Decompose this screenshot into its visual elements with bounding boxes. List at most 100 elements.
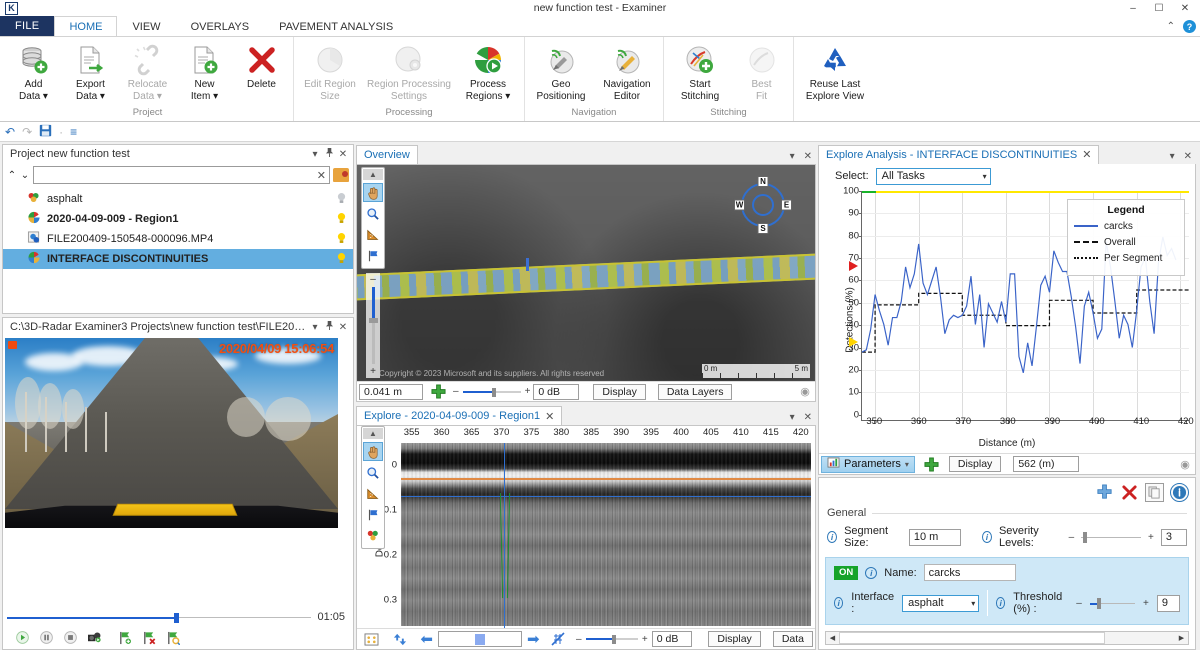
severity-decrease-icon[interactable]: – [1069, 532, 1075, 543]
radargram-viewport[interactable]: Distance ( 355 360 365 370 375 380 385 3… [357, 426, 815, 628]
task-select-combo[interactable]: All Tasks ▾ [875, 167, 991, 185]
collapse-all-icon[interactable]: ⌄ [20, 170, 30, 181]
interface-info-icon[interactable]: i [834, 597, 844, 609]
new-item-button[interactable]: New Item ▾ [176, 41, 233, 102]
video-viewport[interactable]: 2020/04/09 15:06:54 [3, 336, 353, 607]
region-processing-settings-button[interactable]: Region Processing Settings [363, 41, 455, 102]
segment-size-field[interactable]: 10 m [908, 528, 961, 546]
new-folder-icon[interactable] [333, 168, 349, 182]
search-input[interactable] [37, 168, 317, 182]
interface-combo[interactable]: asphalt ▾ [902, 594, 980, 612]
detections-chart[interactable]: Detections (%) 100 90 80 70 60 50 40 30 … [819, 185, 1195, 453]
tree-item-region1[interactable]: 2020-04-09-009 - Region1 [3, 209, 353, 229]
analysis-tab-close-icon2[interactable]: ✕ [1184, 151, 1192, 162]
restore-button[interactable]: ☐ [1146, 0, 1172, 16]
settings-dot-icon[interactable]: ◉ [1177, 458, 1193, 471]
clear-search-icon[interactable]: ✕ [317, 169, 326, 182]
reuse-last-explore-view-button[interactable]: Reuse Last Explore View [797, 41, 873, 102]
settings-dot-icon[interactable]: ◉ [797, 385, 813, 398]
flag-tool[interactable] [363, 246, 383, 265]
overview-map[interactable]: ▲ – + N E S W Copyright © 2023 Microsoft… [357, 165, 815, 381]
task-name-info-icon[interactable]: i [865, 566, 878, 579]
distance-field[interactable]: 562 (m) [1013, 456, 1080, 472]
best-fit-button[interactable]: Best Fit [733, 41, 790, 102]
tab-explore-close-icon[interactable]: ✕ [545, 410, 554, 423]
zoom-magnifier-tool[interactable] [363, 204, 383, 223]
overview-tab-dropdown-icon[interactable]: ▾ [790, 151, 795, 162]
navigation-editor-button[interactable]: Navigation Editor [594, 41, 660, 102]
explore-tab-close-icon2[interactable]: ✕ [804, 412, 812, 423]
move-cross-icon[interactable] [915, 456, 949, 472]
threshold-slider[interactable] [1089, 597, 1136, 609]
tab-overview[interactable]: Overview [356, 145, 418, 164]
previous-button[interactable]: ⬅ [415, 630, 438, 648]
tab-home[interactable]: HOME [54, 16, 118, 36]
severity-levels-field[interactable]: 3 [1160, 528, 1187, 546]
project-panel-pin-icon[interactable] [322, 147, 336, 161]
tab-explore-analysis[interactable]: Explore Analysis - INTERFACE DISCONTINUI… [818, 144, 1100, 164]
threshold-info-icon[interactable]: i [996, 597, 1006, 609]
copy-task-button[interactable] [1145, 483, 1164, 502]
geo-positioning-button[interactable]: Geo Positioning [528, 41, 594, 102]
start-stitching-button[interactable]: Start Stitching [667, 41, 733, 102]
undo-icon[interactable]: ↶ [5, 125, 15, 139]
data-button[interactable]: Data [772, 631, 813, 647]
tab-analysis-close-icon[interactable]: ✕ [1082, 148, 1091, 161]
info-button[interactable] [1170, 483, 1189, 502]
close-button[interactable]: ✕ [1172, 0, 1198, 16]
display-button[interactable]: Display [948, 456, 1002, 472]
measure-ruler-tool[interactable] [363, 484, 383, 503]
map-zoom-slider[interactable]: – + [366, 273, 380, 378]
gain-decrease-icon[interactable]: – [453, 386, 459, 397]
overview-gain-slider[interactable] [462, 387, 521, 397]
analysis-tab-dropdown-icon[interactable]: ▾ [1170, 151, 1175, 162]
severity-marker-yellow[interactable] [849, 336, 858, 347]
tab-file[interactable]: FILE [0, 16, 55, 36]
flag-tool[interactable] [363, 505, 383, 524]
video-panel-pin-icon[interactable] [322, 320, 336, 334]
threshold-field[interactable]: 9 [1156, 594, 1180, 612]
process-regions-button[interactable]: Process Regions ▾ [455, 41, 521, 102]
display-button[interactable]: Display [593, 383, 646, 400]
overview-tab-close-icon[interactable]: ✕ [804, 151, 812, 162]
project-panel-dropdown-icon[interactable]: ▾ [308, 149, 322, 160]
gain-field[interactable]: 0 dB [651, 631, 693, 647]
next-button[interactable]: ➡ [522, 630, 545, 648]
visibility-bulb-icon[interactable] [335, 232, 347, 247]
zoom-magnifier-tool[interactable] [363, 463, 383, 482]
task-on-toggle[interactable]: ON [834, 565, 859, 580]
project-panel-close-icon[interactable]: ✕ [336, 149, 350, 160]
segment-size-info-icon[interactable]: i [827, 531, 838, 543]
zoom-out-icon[interactable]: – [370, 274, 376, 285]
severity-marker-red[interactable] [849, 260, 858, 271]
compass-rose[interactable]: N E S W [734, 176, 792, 234]
video-panel-dropdown-icon[interactable]: ▾ [308, 322, 322, 333]
tree-item-interface-discontinuities[interactable]: INTERFACE DISCONTINUITIES [3, 249, 353, 269]
display-button[interactable]: Display [708, 631, 761, 647]
add-task-button[interactable] [1095, 483, 1114, 502]
layers-tool[interactable] [363, 526, 383, 545]
grid-icon[interactable] [359, 632, 384, 646]
swap-vertical-icon[interactable] [384, 632, 415, 647]
redo-icon[interactable]: ↷ [22, 125, 32, 139]
data-layers-button[interactable]: Data Layers [657, 383, 733, 400]
collapse-ribbon-icon[interactable]: ⌃ [1167, 21, 1175, 32]
threshold-decrease-icon[interactable]: – [1076, 598, 1082, 609]
help-icon[interactable]: ? [1183, 20, 1196, 33]
video-panel-close-icon[interactable]: ✕ [336, 322, 350, 333]
tab-view[interactable]: VIEW [117, 16, 175, 36]
relocate-data-button[interactable]: Relocate Data ▾ [119, 41, 176, 102]
severity-increase-icon[interactable]: + [1148, 532, 1154, 543]
tree-item-video-file[interactable]: FILE200409-150548-000096.MP4 [3, 229, 353, 249]
severity-levels-slider[interactable] [1081, 531, 1141, 543]
explore-tab-dropdown-icon[interactable]: ▾ [790, 412, 795, 423]
expand-all-icon[interactable]: ⌃ [7, 170, 17, 181]
tab-explore-region1[interactable]: Explore - 2020-04-09-009 - Region1 ✕ [356, 406, 563, 425]
visibility-bulb-icon[interactable] [335, 252, 347, 267]
measure-ruler-tool[interactable] [363, 225, 383, 244]
tab-overlays[interactable]: OVERLAYS [176, 16, 265, 36]
threshold-increase-icon[interactable]: + [1143, 598, 1149, 609]
pan-hand-tool[interactable] [363, 442, 383, 461]
add-data-button[interactable]: Add Data ▾ [5, 41, 62, 102]
scroll-left-icon[interactable]: ◀ [826, 634, 839, 642]
